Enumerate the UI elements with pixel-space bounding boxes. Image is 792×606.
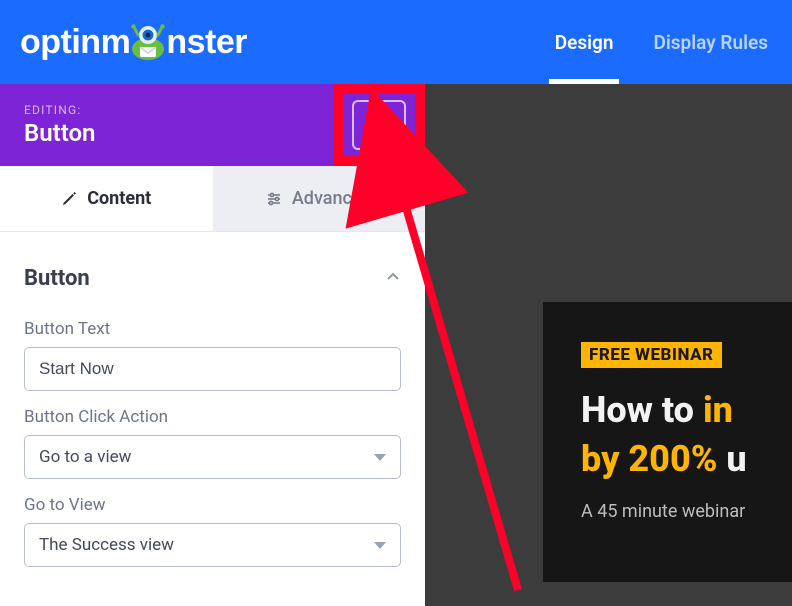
promo-card: FREE WEBINAR How to in by 200% u A 45 mi… [543,302,792,582]
caret-down-icon [374,542,386,549]
sidebar-subtabs: Content Advanced [0,166,425,232]
section-button-toggle[interactable]: Button [24,252,401,303]
brand-logo: optinm nster [20,23,247,62]
brand-mascot-icon [128,23,168,61]
go-to-view-value: The Success view [39,535,174,555]
label-go-to-view: Go to View [24,495,401,515]
editing-label: EDITING: [24,103,95,117]
click-action-select[interactable]: Go to a view [24,435,401,479]
label-click-action: Button Click Action [24,407,401,427]
home-icon [367,114,391,136]
top-nav: Design Display Rules [555,0,768,84]
sliders-icon [266,191,282,207]
button-text-input[interactable] [24,347,401,391]
editing-title: Button [24,119,95,147]
home-button[interactable] [352,100,406,150]
click-action-value: Go to a view [39,447,131,467]
brand-text-left: optinm [20,23,130,62]
section-heading: Button [24,266,90,291]
promo-subtext: A 45 minute webinar [581,501,792,522]
annotation-highlight-box [333,84,425,166]
subtab-advanced[interactable]: Advanced [213,166,426,231]
chevron-up-icon [385,269,401,289]
caret-down-icon [374,454,386,461]
tab-design[interactable]: Design [555,0,614,84]
subtab-content[interactable]: Content [0,166,213,231]
tab-display-rules[interactable]: Display Rules [653,0,768,84]
pencil-icon [61,191,77,207]
top-bar: optinm nster Design Display Rules [0,0,792,84]
sidebar-panel: Content Advanced Button Button Text Butt… [0,166,425,567]
brand-text-right: nster [166,23,247,62]
promo-heading: How to in by 200% u [581,386,792,483]
go-to-view-select[interactable]: The Success view [24,523,401,567]
promo-badge: FREE WEBINAR [581,342,722,368]
editing-bar: EDITING: Button [0,84,425,166]
preview-canvas: FREE WEBINAR How to in by 200% u A 45 mi… [425,84,792,606]
label-button-text: Button Text [24,319,401,339]
